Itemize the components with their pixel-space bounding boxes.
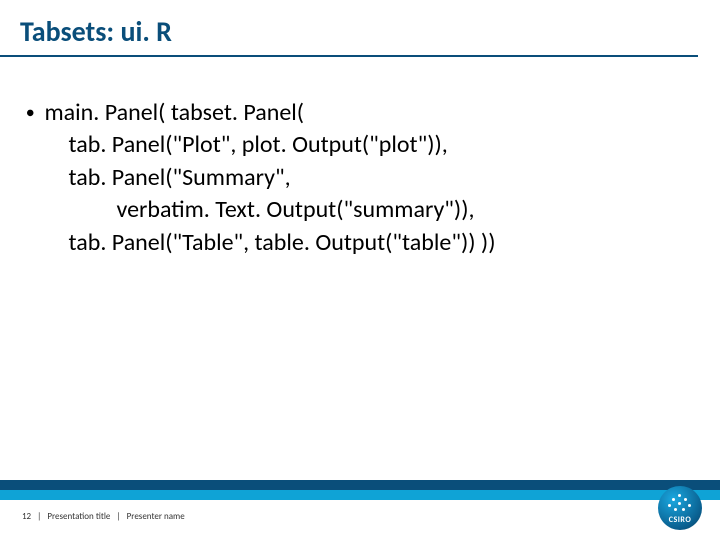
code-line: tab. Panel("Summary", — [44, 162, 495, 194]
slide: Tabsets: ui. R ● main. Panel( tabset. Pa… — [0, 0, 720, 540]
footer-band — [0, 480, 720, 500]
logo-text: CSIRO — [669, 515, 691, 530]
slide-body: ● main. Panel( tabset. Panel( tab. Panel… — [0, 57, 720, 259]
footer-separator: | — [116, 511, 120, 522]
code-line: tab. Panel("Table", table. Output("table… — [44, 227, 495, 259]
code-line: verbatim. Text. Output("summary")), — [44, 194, 495, 226]
code-line: tab. Panel("Plot", plot. Output("plot"))… — [44, 129, 495, 161]
presentation-title: Presentation title — [47, 511, 110, 522]
bullet-dot-icon: ● — [26, 97, 34, 129]
footer-bar-dark — [0, 480, 720, 490]
logo-disc-icon: CSIRO — [658, 486, 702, 530]
code-block: main. Panel( tabset. Panel( tab. Panel("… — [44, 97, 495, 259]
footer-text: 12 | Presentation title | Presenter name — [22, 511, 185, 522]
bullet-item: ● main. Panel( tabset. Panel( tab. Panel… — [30, 97, 690, 259]
page-number: 12 — [22, 511, 31, 522]
code-line: main. Panel( tabset. Panel( — [44, 97, 495, 129]
slide-title: Tabsets: ui. R — [0, 0, 698, 57]
presenter-name: Presenter name — [127, 511, 185, 522]
csiro-logo: CSIRO — [658, 486, 702, 530]
footer-bar-light — [0, 490, 720, 500]
footer-separator: | — [37, 511, 41, 522]
logo-dots-icon — [658, 492, 702, 514]
